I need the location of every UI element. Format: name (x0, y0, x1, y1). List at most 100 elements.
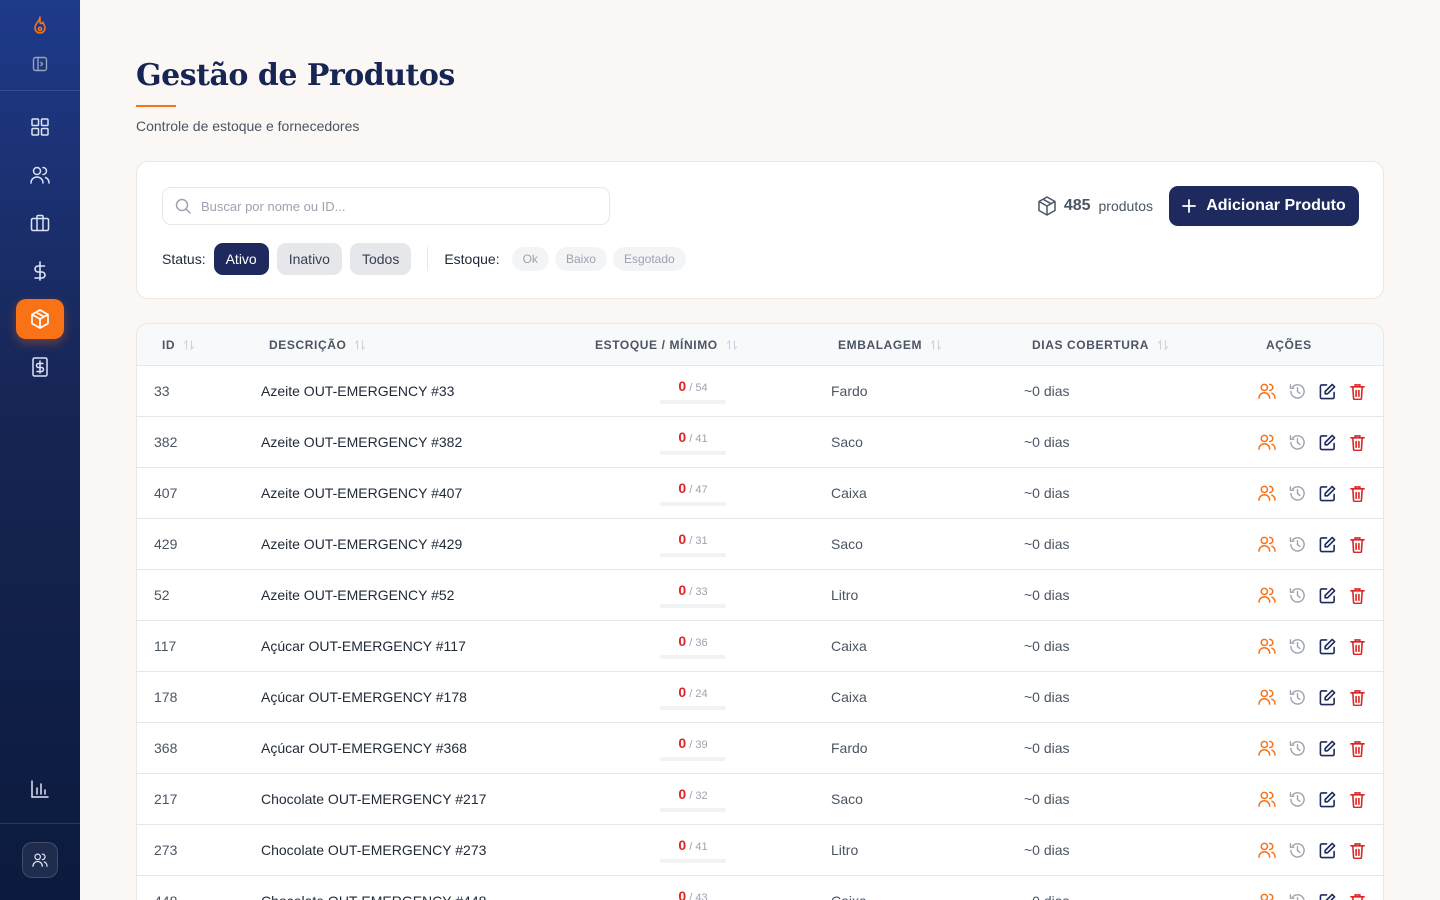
edit-action-button[interactable] (1317, 432, 1337, 452)
delete-action-button[interactable] (1347, 432, 1367, 452)
history-action-button[interactable] (1287, 432, 1307, 452)
stock-value: 0/ 54 (678, 378, 707, 394)
edit-action-button[interactable] (1317, 738, 1337, 758)
cell-packaging: Caixa (831, 638, 867, 654)
delete-action-button[interactable] (1347, 840, 1367, 860)
stock-chip-ok[interactable]: Ok (511, 247, 549, 271)
add-product-button[interactable]: Adicionar Produto (1169, 186, 1359, 226)
suppliers-action-button[interactable] (1257, 840, 1277, 860)
delete-action-button[interactable] (1347, 738, 1367, 758)
sidebar-item-dashboard[interactable] (16, 107, 64, 147)
suppliers-action-button[interactable] (1257, 687, 1277, 707)
users-icon (30, 166, 50, 184)
sidebar-toggle-icon[interactable] (28, 52, 52, 76)
edit-action-button[interactable] (1317, 585, 1337, 605)
table-row[interactable]: 382 Azeite OUT-EMERGENCY #382 0/ 41 Saco… (137, 417, 1383, 468)
search-box[interactable] (162, 187, 610, 225)
edit-action-button[interactable] (1317, 381, 1337, 401)
table-row[interactable]: 217 Chocolate OUT-EMERGENCY #217 0/ 32 S… (137, 774, 1383, 825)
products-table: ID DESCRIÇÃO ESTOQUE / MÍNIMO EMBALAGEM … (136, 323, 1384, 900)
search-input[interactable] (201, 198, 581, 214)
delete-action-button[interactable] (1347, 891, 1367, 900)
history-action-button[interactable] (1287, 840, 1307, 860)
sidebar-item-billing[interactable] (16, 347, 64, 387)
table-row[interactable]: 429 Azeite OUT-EMERGENCY #429 0/ 31 Saco… (137, 519, 1383, 570)
user-avatar-button[interactable] (22, 842, 58, 878)
stock-minimum: / 41 (689, 433, 708, 445)
stock-bar (660, 757, 726, 761)
edit-action-button[interactable] (1317, 687, 1337, 707)
edit-action-button[interactable] (1317, 483, 1337, 503)
sort-icon (355, 339, 366, 351)
cell-packaging: Saco (831, 791, 863, 807)
status-chip-ativo[interactable]: Ativo (213, 243, 269, 275)
status-chip-inativo[interactable]: Inativo (276, 243, 342, 275)
history-action-button[interactable] (1287, 891, 1307, 900)
edit-icon (1319, 689, 1335, 705)
column-header-estoque[interactable]: ESTOQUE / MÍNIMO (595, 324, 738, 366)
history-action-button[interactable] (1287, 381, 1307, 401)
history-icon (1289, 536, 1305, 552)
delete-action-button[interactable] (1347, 534, 1367, 554)
column-header-id[interactable]: ID (162, 324, 195, 366)
suppliers-action-button[interactable] (1257, 483, 1277, 503)
delete-action-button[interactable] (1347, 687, 1367, 707)
edit-action-button[interactable] (1317, 891, 1337, 900)
table-row[interactable]: 368 Açúcar OUT-EMERGENCY #368 0/ 39 Fard… (137, 723, 1383, 774)
sort-icon (726, 339, 737, 351)
edit-action-button[interactable] (1317, 789, 1337, 809)
cell-packaging: Caixa (831, 876, 867, 900)
sidebar-item-reports[interactable] (16, 769, 64, 809)
history-action-button[interactable] (1287, 687, 1307, 707)
history-action-button[interactable] (1287, 738, 1307, 758)
suppliers-action-button[interactable] (1257, 891, 1277, 900)
trash-icon (1349, 842, 1365, 859)
suppliers-action-button[interactable] (1257, 381, 1277, 401)
history-icon (1289, 791, 1305, 807)
history-action-button[interactable] (1287, 483, 1307, 503)
suppliers-action-button[interactable] (1257, 738, 1277, 758)
delete-action-button[interactable] (1347, 483, 1367, 503)
sidebar-item-users[interactable] (16, 155, 64, 195)
sidebar-item-products[interactable] (16, 299, 64, 339)
delete-action-button[interactable] (1347, 636, 1367, 656)
table-row[interactable]: 178 Açúcar OUT-EMERGENCY #178 0/ 24 Caix… (137, 672, 1383, 723)
table-row[interactable]: 448 Chocolate OUT-EMERGENCY #448 0/ 43 C… (137, 876, 1383, 900)
cell-coverage-days: ~0 dias (1024, 383, 1070, 399)
stock-chip-baixo[interactable]: Baixo (554, 247, 607, 271)
status-chip-todos[interactable]: Todos (349, 243, 412, 275)
users-icon (1258, 740, 1276, 756)
delete-action-button[interactable] (1347, 789, 1367, 809)
delete-action-button[interactable] (1347, 381, 1367, 401)
table-row[interactable]: 407 Azeite OUT-EMERGENCY #407 0/ 47 Caix… (137, 468, 1383, 519)
table-row[interactable]: 117 Açúcar OUT-EMERGENCY #117 0/ 36 Caix… (137, 621, 1383, 672)
stock-chip-esgotado[interactable]: Esgotado (612, 247, 686, 271)
history-action-button[interactable] (1287, 789, 1307, 809)
column-header-descricao[interactable]: DESCRIÇÃO (269, 324, 366, 366)
edit-action-button[interactable] (1317, 636, 1337, 656)
cell-stock: 0/ 47 (660, 468, 726, 518)
edit-icon (1319, 485, 1335, 501)
column-header-acoes: AÇÕES (1266, 338, 1312, 352)
table-row[interactable]: 33 Azeite OUT-EMERGENCY #33 0/ 54 Fardo … (137, 366, 1383, 417)
suppliers-action-button[interactable] (1257, 534, 1277, 554)
flame-logo-icon[interactable] (28, 14, 52, 38)
history-action-button[interactable] (1287, 585, 1307, 605)
suppliers-action-button[interactable] (1257, 789, 1277, 809)
suppliers-action-button[interactable] (1257, 585, 1277, 605)
suppliers-action-button[interactable] (1257, 636, 1277, 656)
suppliers-action-button[interactable] (1257, 432, 1277, 452)
cell-description: Chocolate OUT-EMERGENCY #273 (261, 842, 487, 858)
edit-action-button[interactable] (1317, 840, 1337, 860)
column-header-embalagem[interactable]: EMBALAGEM (838, 324, 942, 366)
column-header-dias-cobertura[interactable]: DIAS COBERTURA (1032, 324, 1169, 366)
history-action-button[interactable] (1287, 636, 1307, 656)
table-row[interactable]: 273 Chocolate OUT-EMERGENCY #273 0/ 41 L… (137, 825, 1383, 876)
delete-action-button[interactable] (1347, 585, 1367, 605)
table-row[interactable]: 52 Azeite OUT-EMERGENCY #52 0/ 33 Litro … (137, 570, 1383, 621)
status-filter-label: Status: (162, 251, 206, 267)
history-action-button[interactable] (1287, 534, 1307, 554)
edit-action-button[interactable] (1317, 534, 1337, 554)
sidebar-item-finance[interactable] (16, 251, 64, 291)
sidebar-item-suppliers[interactable] (16, 203, 64, 243)
